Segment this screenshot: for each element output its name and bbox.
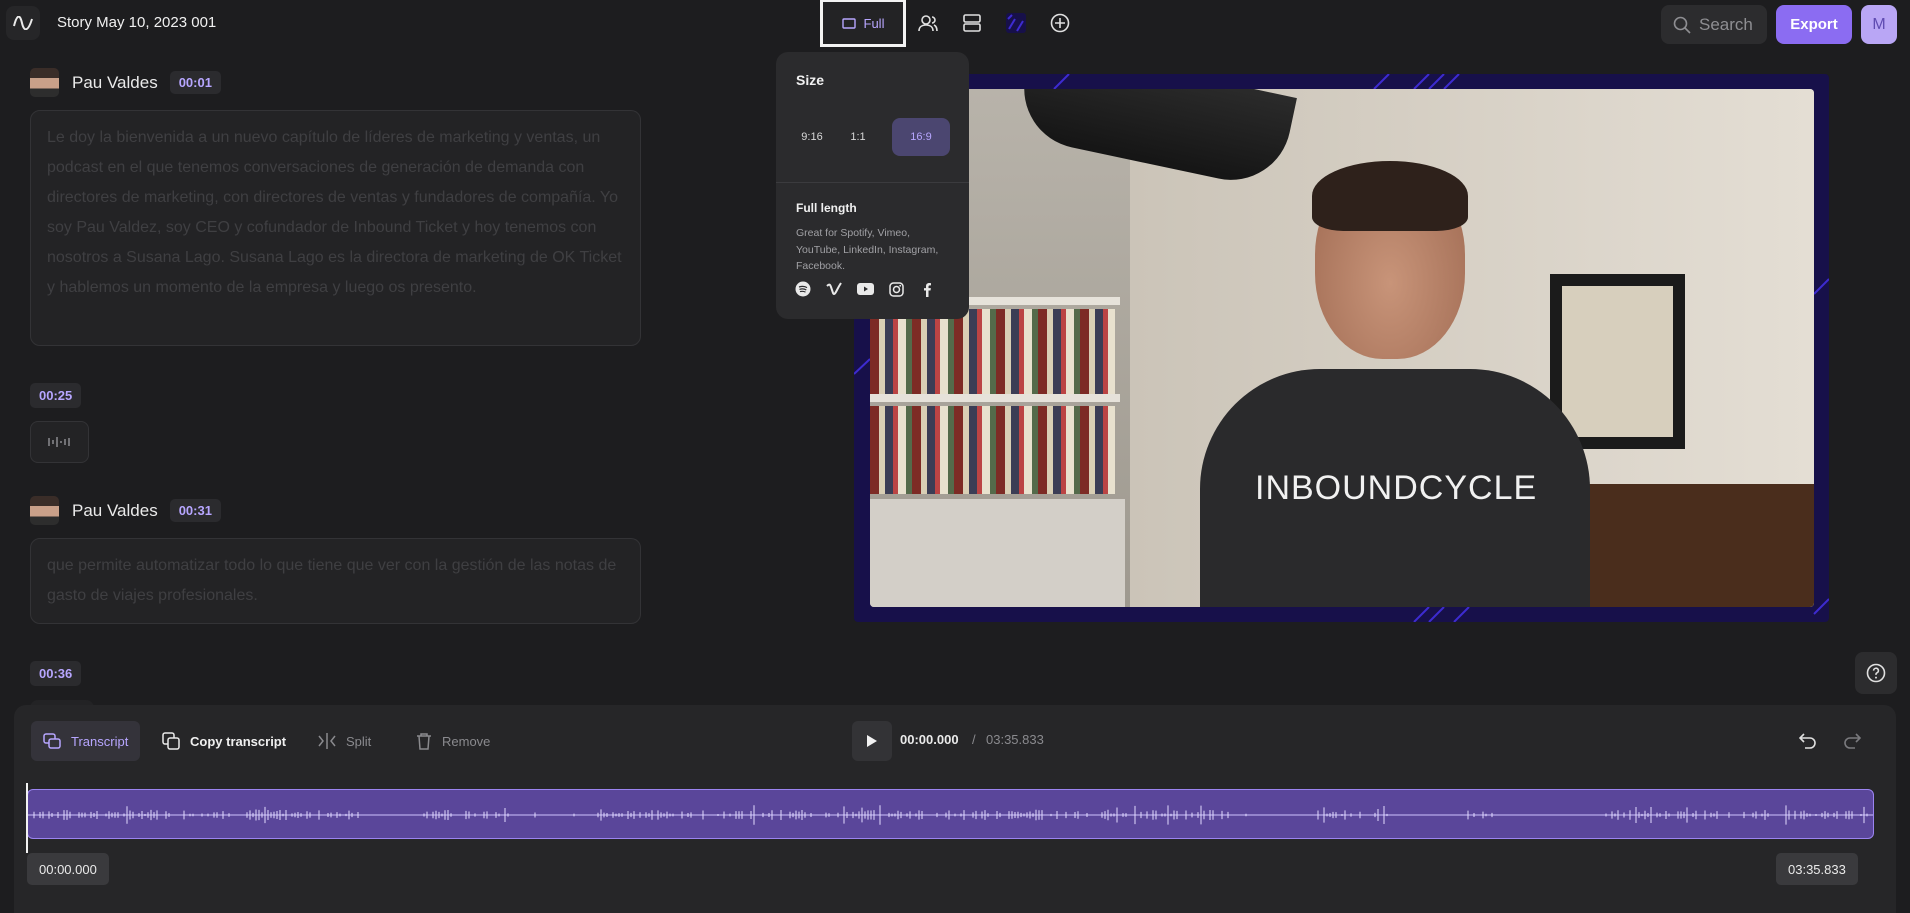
audio-waveform-track[interactable] [27,789,1874,839]
speaker-name[interactable]: Pau Valdes [72,501,158,521]
app-logo-button[interactable] [6,6,40,40]
user-avatar[interactable]: M [1861,5,1897,44]
transcript-toggle-button[interactable]: Transcript [31,721,141,761]
ratio-1-1-option[interactable]: 1:1 [838,118,878,156]
full-length-title: Full length [796,201,857,215]
ratio-9-16-option[interactable]: 9:16 [790,118,834,156]
timestamp-chip[interactable]: 00:36 [30,661,82,686]
size-title: Size [796,72,825,88]
timestamp-chip[interactable]: 00:25 [30,383,82,408]
size-popover: Size 9:16 1:1 16:9 Full length Great for… [776,52,969,319]
current-time: 00:00.000 [900,732,959,747]
time-separator: / [972,732,976,747]
silence-waveform-icon [47,437,70,447]
redo-icon [1844,733,1861,749]
redo-button[interactable] [1840,729,1864,753]
divider [776,182,969,183]
full-length-description: Great for Spotify, Vimeo, YouTube, Linke… [796,227,939,272]
trash-icon [417,733,431,750]
ratio-16-9-option[interactable]: 16:9 [892,118,950,156]
timestamp-chip[interactable]: 00:01 [169,71,221,94]
range-end-time[interactable]: 03:35.833 [1776,853,1858,885]
desk [1570,484,1814,607]
layout-toolbar: Full [820,0,1082,47]
youtube-icon [856,280,874,298]
copy-transcript-label: Copy transcript [190,733,287,749]
waveform-graphic [28,805,1873,825]
undo-button[interactable] [1796,729,1820,753]
full-size-label: Full [863,15,885,31]
speakers-button[interactable] [906,0,950,46]
vimeo-icon [825,280,843,298]
people-icon [918,15,938,32]
background-swatch-icon [1006,13,1026,33]
layout-rows-icon [963,14,981,32]
export-button[interactable]: Export [1776,5,1852,44]
speaker-avatar[interactable] [30,68,59,97]
add-element-button[interactable] [1038,0,1082,46]
split-icon [318,733,336,749]
undo-icon [1799,733,1816,749]
split-label: Split [346,733,372,749]
transcript-icon [43,733,61,749]
search-icon [1673,16,1691,34]
spotify-icon [794,280,812,298]
shirt-logo: INBOUNDCYCLE [1255,469,1538,507]
copy-icon [162,732,180,750]
play-icon [867,735,877,747]
timestamp-chip[interactable]: 00:31 [169,499,221,522]
speaker-avatar[interactable] [30,496,59,525]
instagram-icon [887,280,905,298]
story-title[interactable]: Story May 10, 2023 001 [57,14,216,31]
search-button[interactable]: Search [1661,5,1767,44]
transcript-paragraph[interactable]: que permite automatizar todo lo que tien… [30,538,641,624]
books-row [870,309,1115,397]
split-button[interactable]: Split [306,721,383,761]
plus-circle-icon [1050,13,1070,33]
speaker-row: Pau Valdes 00:31 [30,496,221,525]
hair [1312,161,1468,231]
speaker-row: Pau Valdes 00:01 [30,68,221,97]
total-duration: 03:35.833 [986,732,1044,747]
cabinet [870,499,1125,607]
remove-button[interactable]: Remove [404,721,502,761]
speaker-name[interactable]: Pau Valdes [72,73,158,93]
layout-button[interactable] [950,0,994,46]
remove-label: Remove [442,733,491,749]
copy-transcript-button[interactable]: Copy transcript [150,721,298,761]
playhead[interactable] [26,783,28,853]
silence-marker[interactable] [30,421,89,463]
rectangle-icon [841,17,856,29]
video-canvas[interactable]: INBOUNDCYCLE [854,74,1829,622]
search-label: Search [1699,14,1753,34]
speaker-figure: INBOUNDCYCLE [1200,161,1590,607]
platform-icons [794,280,936,298]
top-bar: Story May 10, 2023 001 Full Search Expor… [0,0,1910,47]
full-size-button[interactable]: Full [820,0,906,47]
facebook-icon [918,280,936,298]
background-button[interactable] [994,0,1038,46]
transcript-paragraph[interactable]: Le doy la bienvenida a un nuevo capítulo… [30,110,641,346]
play-button[interactable] [852,721,892,761]
shelf [870,394,1120,402]
help-icon [1866,663,1886,683]
range-start-time[interactable]: 00:00.000 [27,853,109,885]
help-button[interactable] [1855,652,1897,694]
books-row [870,406,1115,494]
waveform-logo-icon [13,16,33,30]
video-preview: INBOUNDCYCLE [870,89,1814,607]
editor-panel: Transcript Copy transcript Split Remove … [14,705,1896,913]
transcript-toggle-label: Transcript [71,733,129,749]
